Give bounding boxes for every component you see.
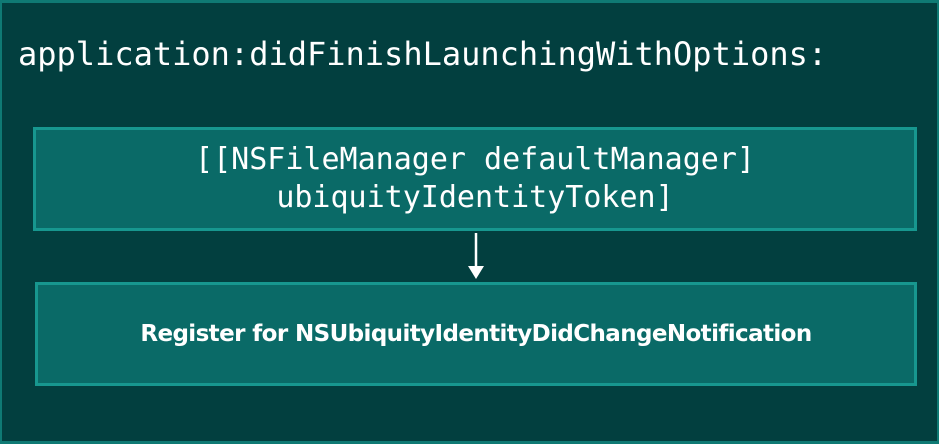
step-code-line-1: [[NSFileManager defaultManager]: [195, 142, 755, 177]
step-box-register-notification: Register for NSUbiquityIdentityDidChange…: [35, 282, 917, 386]
method-container: application:didFinishLaunchingWithOption…: [0, 0, 939, 444]
down-arrow-icon: [468, 233, 484, 279]
step-label: Register for NSUbiquityIdentityDidChange…: [140, 321, 812, 347]
step-code: [[NSFileManager defaultManager] ubiquity…: [195, 141, 755, 217]
step-code-line-2: ubiquityIdentityToken]: [276, 180, 674, 215]
step-box-identity-token: [[NSFileManager defaultManager] ubiquity…: [33, 127, 917, 231]
method-title: application:didFinishLaunchingWithOption…: [18, 35, 828, 73]
